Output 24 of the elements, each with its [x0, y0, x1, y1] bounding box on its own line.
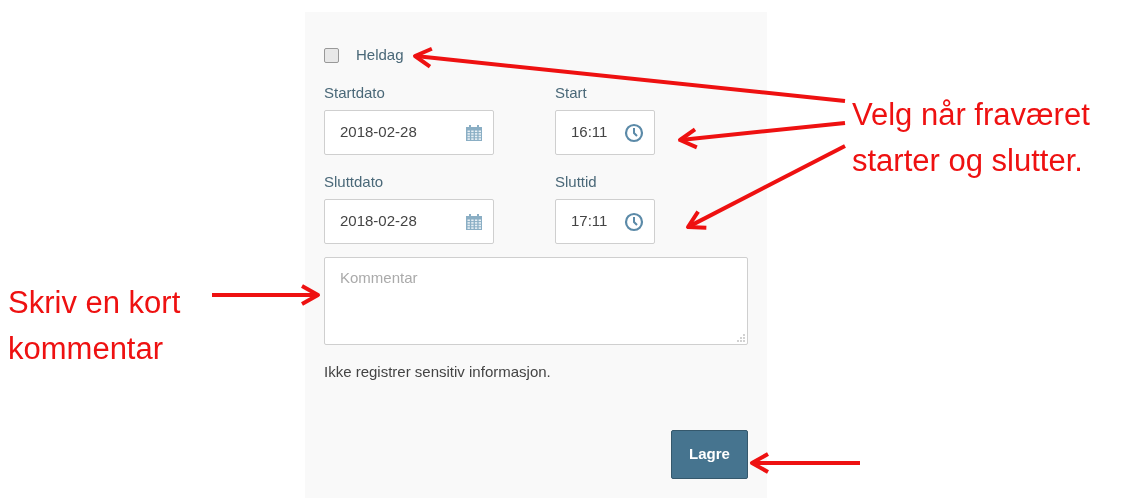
field-label: Sluttdato [324, 172, 385, 192]
checkbox[interactable] [324, 47, 339, 63]
clock-icon [624, 122, 644, 143]
time-field[interactable]: 17:11 [555, 199, 655, 244]
field-value: 17:11 [571, 211, 608, 232]
calendar-icon [465, 212, 483, 231]
field-label: Sluttid [555, 172, 598, 192]
field-value: 16:11 [571, 122, 608, 143]
resize-handle-icon[interactable] [737, 334, 745, 342]
field-value: 2018-02-28 [340, 122, 417, 143]
field-label: Start [555, 83, 588, 103]
annotation-text: Velg når fraværet starter og slutter. [852, 96, 1091, 180]
comment-field[interactable]: Kommentar [324, 257, 748, 345]
clock-icon [624, 211, 644, 232]
field-label: Startdato [324, 83, 386, 103]
date-field[interactable]: 2018-02-28 [324, 199, 494, 244]
info-note: Ikke registrer sensitiv informasjon. [324, 362, 552, 382]
date-field[interactable]: 2018-02-28 [324, 110, 494, 155]
calendar-icon [465, 123, 483, 142]
field-value: 2018-02-28 [340, 211, 417, 232]
save-button[interactable]: Lagre [671, 429, 748, 479]
checkbox-label: Heldag [356, 44, 404, 65]
time-field[interactable]: 16:11 [555, 110, 655, 155]
annotation-text: Skriv en kort kommentar [8, 284, 182, 368]
